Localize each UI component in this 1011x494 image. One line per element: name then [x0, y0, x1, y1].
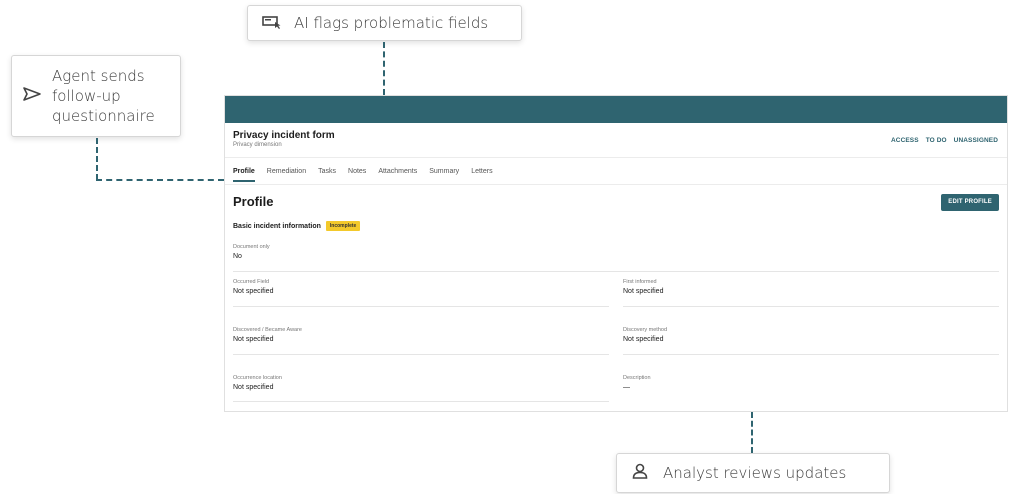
tab-divider: [225, 184, 1007, 185]
tab-remediation[interactable]: Remediation: [267, 168, 306, 182]
agent-line-2: follow-up: [52, 87, 121, 105]
agent-line-3: questionnaire: [52, 107, 155, 125]
tab-letters[interactable]: Letters: [471, 168, 492, 182]
field-discovery-method: Discovery method Not specified: [623, 327, 667, 343]
field-divider: [623, 306, 999, 307]
access-link[interactable]: ACCESS: [891, 137, 919, 144]
field-label: Occurred Field: [233, 279, 270, 285]
unassigned-link[interactable]: UNASSIGNED: [954, 137, 998, 144]
field-divider: [233, 271, 999, 272]
tab-attachments[interactable]: Attachments: [378, 168, 417, 182]
field-value: Not specified: [623, 288, 664, 295]
field-divider: [623, 354, 999, 355]
field-occurred: Occurred Field Not specified: [233, 279, 273, 295]
field-label: Discovery method: [623, 327, 668, 333]
field-value: Not specified: [233, 336, 274, 343]
app-top-bar: [225, 96, 1007, 123]
analyst-callout: Analyst reviews updates: [616, 453, 890, 493]
privacy-incident-app: Privacy incident form Privacy dimension …: [224, 95, 1008, 412]
analyst-text: Analyst reviews updates: [663, 463, 847, 482]
field-label: Document only: [233, 244, 270, 250]
section-label: Basic incident information: [233, 222, 321, 230]
ai-flag-icon: [262, 14, 282, 33]
tab-summary[interactable]: Summary: [429, 168, 459, 182]
tab-notes[interactable]: Notes: [348, 168, 366, 182]
header-links: ACCESS TO DO UNASSIGNED: [891, 137, 998, 144]
edit-profile-button[interactable]: EDIT PROFILE: [941, 194, 999, 211]
field-label: Description: [623, 375, 651, 381]
form-subtitle: Privacy dimension: [233, 142, 282, 148]
field-value: No: [233, 253, 242, 260]
field-label: Discovered / Became Aware: [233, 327, 302, 333]
form-title: Privacy incident form: [233, 130, 335, 141]
page-title: Profile: [233, 194, 274, 209]
ai-flags-callout: AI flags problematic fields: [247, 5, 522, 41]
person-icon: [631, 462, 649, 484]
field-value: —: [623, 384, 630, 391]
tab-bar: Profile Remediation Tasks Notes Attachme…: [233, 168, 493, 182]
field-discovered: Discovered / Became Aware Not specified: [233, 327, 302, 343]
incomplete-badge: Incomplete: [325, 221, 361, 231]
todo-link[interactable]: TO DO: [926, 137, 947, 144]
field-value: Not specified: [233, 384, 274, 391]
field-value: Not specified: [623, 336, 664, 343]
tab-profile[interactable]: Profile: [233, 168, 255, 182]
connector-agent-horizontal: [96, 179, 224, 181]
agent-callout: Agent sends follow-up questionnaire: [11, 55, 181, 137]
section-header: Basic incident information Incomplete: [233, 221, 361, 231]
field-value: Not specified: [233, 288, 274, 295]
header-divider: [225, 157, 1007, 158]
connector-agent-vertical: [96, 138, 98, 180]
field-label: Occurrence location: [233, 375, 282, 381]
form-header: Privacy incident form Privacy dimension: [233, 130, 335, 148]
tab-tasks[interactable]: Tasks: [318, 168, 336, 182]
send-icon: [22, 86, 42, 106]
field-divider: [233, 306, 609, 307]
field-description: Description —: [623, 375, 651, 391]
connector-flags: [383, 42, 385, 95]
field-occurrence-location: Occurrence location Not specified: [233, 375, 282, 391]
connector-analyst: [751, 412, 753, 453]
field-divider: [233, 401, 609, 402]
field-label: First informed: [623, 279, 657, 285]
agent-line-1: Agent sends: [52, 67, 145, 85]
field-document-only: Document only No: [233, 244, 270, 260]
ai-flags-text: AI flags problematic fields: [294, 13, 489, 32]
field-first-informed: First informed Not specified: [623, 279, 663, 295]
agent-callout-text: Agent sends follow-up questionnaire: [52, 66, 155, 126]
field-divider: [233, 354, 609, 355]
